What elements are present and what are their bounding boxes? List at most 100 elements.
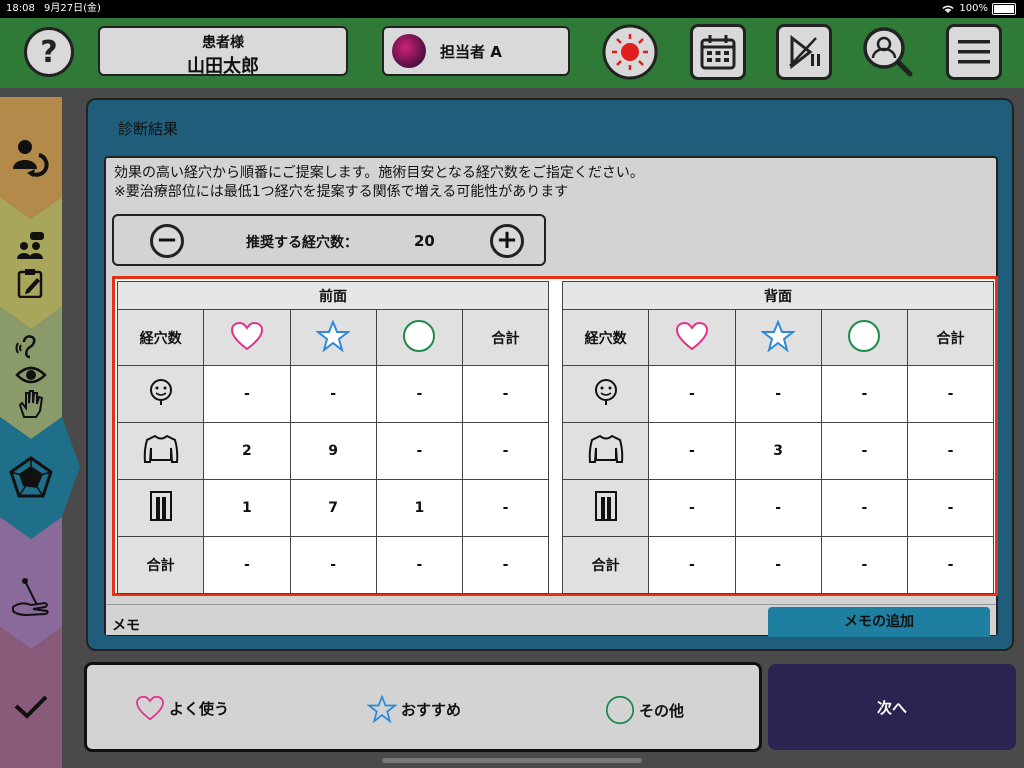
tab-complete[interactable]	[0, 677, 62, 737]
row-face	[116, 365, 205, 423]
avatar	[392, 34, 426, 68]
torso-icon	[588, 434, 623, 463]
memo-row: メモ メモの追加	[106, 604, 996, 637]
patient-swap-icon	[13, 140, 49, 177]
row-torso	[561, 422, 650, 480]
cell: -	[375, 365, 464, 423]
table-row: 合計 - - - -	[561, 536, 994, 594]
back-header-count: 経穴数	[561, 309, 650, 366]
search-user-icon	[863, 27, 913, 77]
legend-recommended: おすすめ	[367, 695, 461, 723]
cell: 7	[289, 479, 377, 537]
cell: -	[820, 479, 909, 537]
legs-icon	[149, 491, 172, 521]
legend: よく使う おすすめ その他	[84, 662, 762, 752]
cell: -	[375, 422, 464, 480]
cell: -	[907, 422, 994, 480]
description-line-1: 効果の高い経穴から順番にご提案します。施術目安となる経穴数をご指定ください。	[114, 165, 644, 181]
table-row: 合計 - - - -	[116, 536, 549, 594]
help-button[interactable]: ?	[24, 27, 74, 77]
circle-icon	[605, 695, 635, 725]
cell: -	[648, 422, 736, 480]
cell: 3	[734, 422, 822, 480]
heart-icon	[230, 321, 263, 350]
back-header-circle	[820, 309, 909, 366]
stepper-label: 推奨する経穴数：	[246, 235, 358, 251]
cell: -	[820, 422, 909, 480]
table-row: - - - -	[561, 479, 994, 537]
tab-patient[interactable]	[0, 127, 62, 187]
tab-treatment[interactable]	[0, 562, 62, 632]
cell: -	[907, 536, 994, 594]
tab-examination[interactable]	[0, 329, 62, 424]
staff-selector[interactable]: 担当者 A	[382, 26, 570, 76]
home-indicator[interactable]	[382, 758, 642, 763]
cell: -	[820, 365, 909, 423]
status-right: 100%	[941, 0, 1016, 18]
cell: 1	[203, 479, 291, 537]
cell: -	[375, 536, 464, 594]
cell: -	[462, 479, 549, 537]
legend-recommended-label: おすすめ	[401, 700, 462, 719]
status-bar: 18:08 9月27日(金) 100%	[0, 0, 1024, 18]
staff-name: 担当者 A	[440, 42, 502, 61]
search-user-button[interactable]	[860, 24, 916, 80]
front-header-heart	[203, 309, 291, 366]
cell: 9	[289, 422, 377, 480]
battery-icon	[992, 3, 1016, 15]
ear-icon	[15, 334, 36, 358]
cell: 1	[375, 479, 464, 537]
sidebar-tabs	[0, 97, 80, 768]
checkmark-icon	[14, 695, 48, 719]
back-header-heart	[648, 309, 736, 366]
star-icon	[367, 695, 397, 723]
back-header-total: 合計	[907, 309, 994, 366]
results-tables: 前面 経穴数 合計 - - - - 2 9 - - 1 7 1 - 合計 - -…	[112, 276, 998, 596]
tab-consultation[interactable]	[0, 222, 62, 307]
cell: -	[734, 365, 822, 423]
back-table: 背面 経穴数 合計 - - - - - 3 - - - - - - 合計 - -…	[561, 281, 994, 594]
front-table: 前面 経穴数 合計 - - - - 2 9 - - 1 7 1 - 合計 - -…	[116, 281, 549, 594]
legend-other-label: その他	[639, 701, 685, 720]
patient-label: 患者様	[202, 35, 244, 51]
description-line-2: ※要治療部位には最低1つ経穴を提案する関係で増える可能性があります	[114, 184, 569, 200]
front-header-star	[289, 309, 377, 366]
increment-button[interactable]: +	[490, 224, 524, 258]
legend-favorite: よく使う	[135, 695, 229, 721]
circle-icon	[848, 319, 881, 352]
patient-info[interactable]: 患者様 山田太郎	[98, 26, 348, 77]
legs-icon	[594, 491, 617, 521]
decrement-button[interactable]: −	[150, 224, 184, 258]
status-time: 18:08	[6, 3, 35, 14]
heart-icon	[136, 695, 164, 721]
tab-diagnosis[interactable]	[0, 447, 62, 507]
add-memo-button[interactable]: メモの追加	[768, 607, 990, 637]
sidebar	[0, 97, 80, 768]
front-header-total: 合計	[462, 309, 549, 366]
cell: -	[907, 479, 994, 537]
cell: -	[462, 422, 549, 480]
circle-icon	[403, 319, 436, 352]
cell: -	[289, 536, 377, 594]
star-icon	[760, 318, 797, 353]
next-button[interactable]: 次へ	[768, 664, 1016, 750]
menu-button[interactable]	[946, 24, 1002, 80]
acupuncture-icon	[12, 578, 49, 617]
status-date: 9月27日(金)	[44, 3, 101, 14]
menu-icon	[958, 40, 990, 64]
light-button[interactable]	[602, 24, 658, 80]
play-pause-button[interactable]	[776, 24, 832, 80]
row-face	[561, 365, 650, 423]
eye-icon	[15, 366, 47, 383]
cell: -	[907, 365, 994, 423]
calendar-button[interactable]	[690, 24, 746, 80]
face-icon	[594, 379, 617, 405]
stepper-value: 20	[414, 232, 435, 250]
table-row: 2 9 - -	[116, 422, 549, 480]
pentagon-chart-icon	[9, 456, 53, 498]
description: 効果の高い経穴から順番にご提案します。施術目安となる経穴数をご指定ください。 ※…	[114, 164, 644, 202]
help-icon: ?	[40, 34, 58, 70]
back-header-star	[734, 309, 822, 366]
clipboard-icon	[17, 268, 43, 298]
wifi-icon	[942, 5, 954, 13]
